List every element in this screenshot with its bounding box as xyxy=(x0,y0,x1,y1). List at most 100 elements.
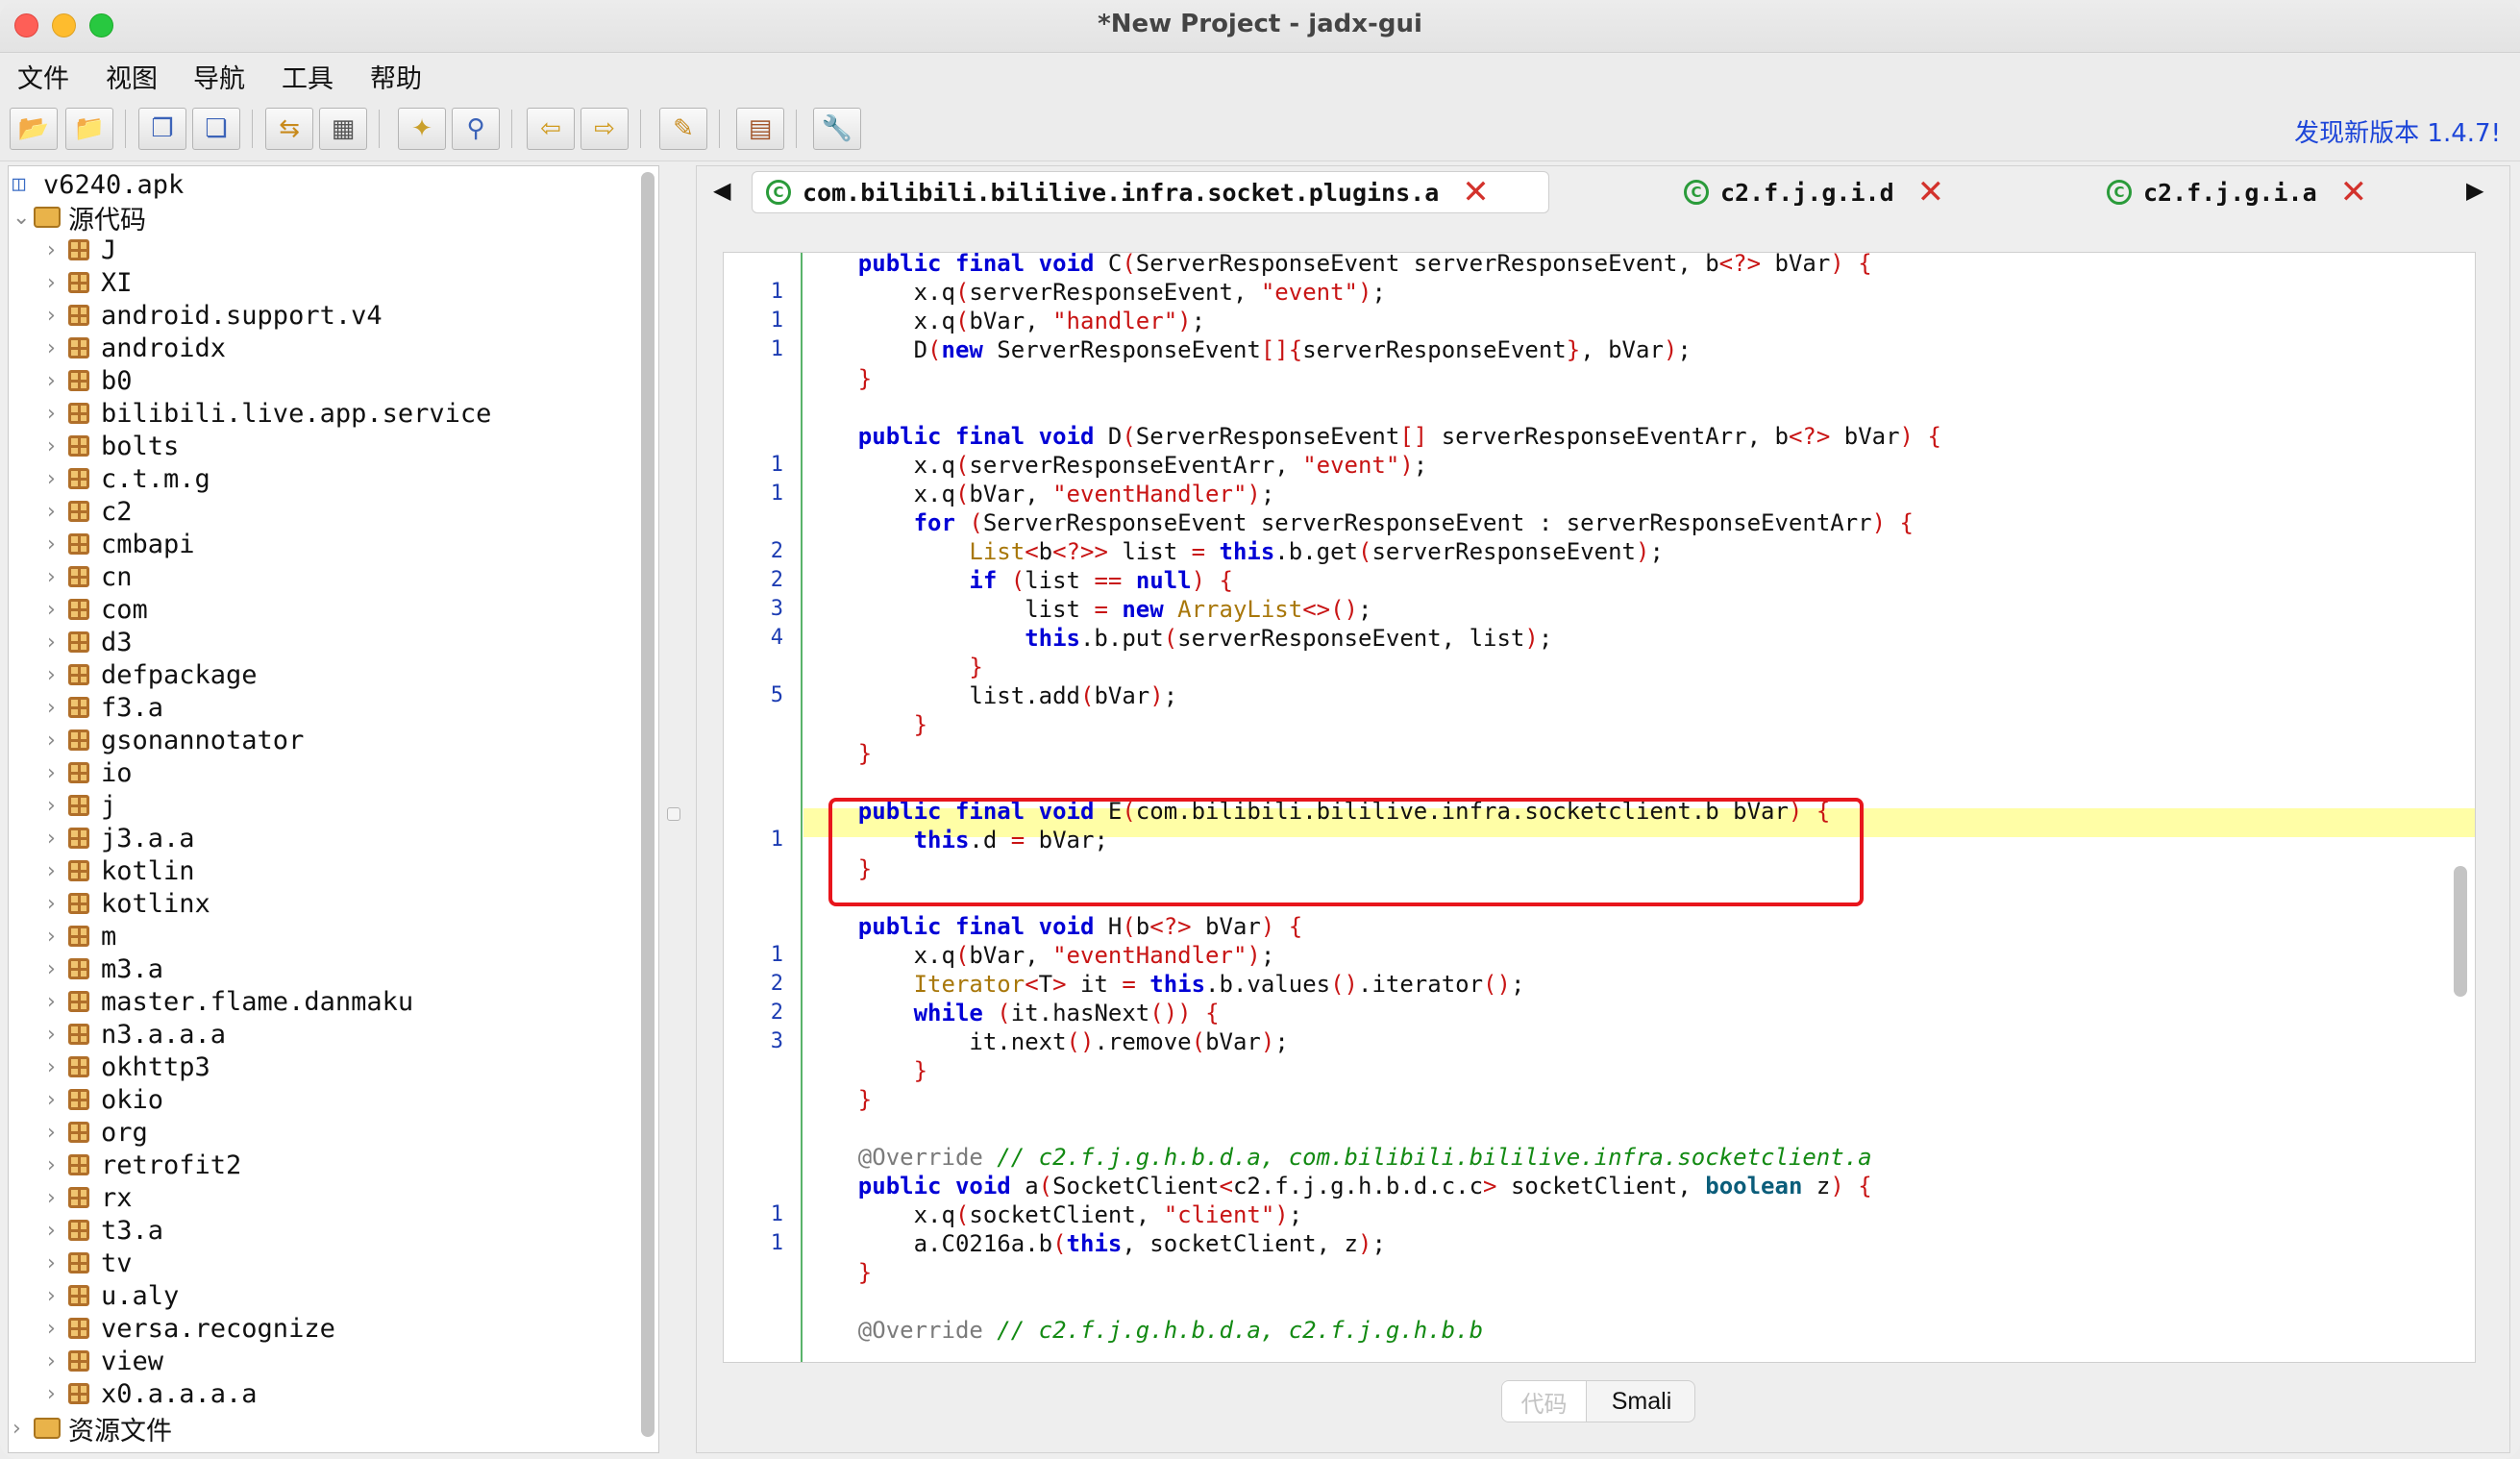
add-file-button[interactable]: 📁 xyxy=(65,108,113,150)
chevron-right-icon[interactable]: › xyxy=(47,1023,68,1047)
chevron-right-icon[interactable]: › xyxy=(47,1219,68,1243)
tree-package-item[interactable]: › x0.a.a.a.a xyxy=(47,1377,258,1410)
chevron-right-icon[interactable]: › xyxy=(47,467,68,491)
sync-tree-button[interactable]: ⇆ xyxy=(265,108,313,150)
tree-package-item[interactable]: › gsonannotator xyxy=(47,724,304,756)
class-search-button[interactable]: ⚲ xyxy=(452,108,500,150)
code-scrollbar[interactable] xyxy=(2454,866,2467,997)
tree-package-item[interactable]: › tv xyxy=(47,1247,133,1279)
chevron-right-icon[interactable]: › xyxy=(47,1121,68,1145)
menu-help[interactable]: 帮助 xyxy=(370,58,422,95)
chevron-right-icon[interactable]: › xyxy=(47,304,68,328)
chevron-right-icon[interactable]: › xyxy=(47,271,68,295)
code-editor[interactable]: public final void C(ServerResponseEvent … xyxy=(723,252,2476,1363)
tree-package-item[interactable]: › u.aly xyxy=(47,1279,179,1312)
chevron-right-icon[interactable]: › xyxy=(47,892,68,916)
tab-plugins-a[interactable]: Ccom.bilibili.bililive.infra.socket.plug… xyxy=(752,171,1549,213)
tree-package-item[interactable]: › view xyxy=(47,1345,163,1377)
close-tab-icon[interactable]: ✕ xyxy=(2340,173,2368,211)
chevron-right-icon[interactable]: › xyxy=(47,990,68,1014)
chevron-down-icon[interactable]: ⌄ xyxy=(12,206,34,230)
tree-package-item[interactable]: › bilibili.live.app.service xyxy=(47,397,491,430)
tree-package-item[interactable]: › j xyxy=(47,789,116,822)
update-available-link[interactable]: 发现新版本 1.4.7! xyxy=(2294,113,2501,149)
deobfuscation-button[interactable]: ✎ xyxy=(659,108,707,150)
tree-package-item[interactable]: › androidx xyxy=(47,332,226,364)
chevron-right-icon[interactable]: › xyxy=(47,1055,68,1079)
chevron-right-icon[interactable]: › xyxy=(47,761,68,785)
chevron-right-icon[interactable]: › xyxy=(47,794,68,818)
chevron-right-icon[interactable]: › xyxy=(47,1284,68,1308)
tree-package-item[interactable]: › J xyxy=(47,234,116,266)
tree-package-item[interactable]: › master.flame.danmaku xyxy=(47,985,413,1018)
tree-package-item[interactable]: › cmbapi xyxy=(47,528,195,560)
tree-package-item[interactable]: › c2 xyxy=(47,495,133,528)
text-search-button[interactable]: ✦ xyxy=(398,108,446,150)
tab-c2-a[interactable]: Cc2.f.j.g.i.a ✕ xyxy=(2107,171,2367,213)
export-button[interactable]: ❏ xyxy=(192,108,240,150)
tree-package-item[interactable]: › m3.a xyxy=(47,952,163,985)
open-file-button[interactable]: 📂 xyxy=(10,108,58,150)
chevron-right-icon[interactable]: › xyxy=(47,1349,68,1373)
preferences-button[interactable]: 🔧 xyxy=(813,108,861,150)
chevron-right-icon[interactable]: › xyxy=(47,1317,68,1341)
tab-c2-d[interactable]: Cc2.f.j.g.i.d ✕ xyxy=(1684,171,1944,213)
chevron-right-icon[interactable]: › xyxy=(47,729,68,753)
close-tab-icon[interactable]: ✕ xyxy=(1917,173,1945,211)
chevron-right-icon[interactable]: › xyxy=(47,565,68,589)
tree-package-item[interactable]: › org xyxy=(47,1116,148,1149)
chevron-right-icon[interactable]: › xyxy=(47,238,68,262)
chevron-right-icon[interactable]: › xyxy=(47,500,68,524)
chevron-right-icon[interactable]: › xyxy=(47,663,68,687)
tree-package-item[interactable]: › io xyxy=(47,756,133,789)
forward-button[interactable]: ⇨ xyxy=(581,108,629,150)
tree-package-item[interactable]: › com xyxy=(47,593,148,626)
chevron-right-icon[interactable]: › xyxy=(47,1088,68,1112)
tree-package-item[interactable]: › b0 xyxy=(47,364,133,397)
tree-package-item[interactable]: › cn xyxy=(47,560,133,593)
tree-source-node[interactable]: ⌄ 源代码 xyxy=(12,201,146,235)
tree-package-item[interactable]: › j3.a.a xyxy=(47,822,195,854)
chevron-right-icon[interactable]: › xyxy=(47,1251,68,1275)
tree-package-item[interactable]: › retrofit2 xyxy=(47,1149,241,1181)
chevron-right-icon[interactable]: › xyxy=(47,532,68,556)
chevron-right-icon[interactable]: › xyxy=(12,1417,34,1441)
tree-package-item[interactable]: › okio xyxy=(47,1083,163,1116)
chevron-right-icon[interactable]: › xyxy=(47,598,68,622)
log-viewer-button[interactable]: ▤ xyxy=(736,108,784,150)
chevron-right-icon[interactable]: › xyxy=(47,957,68,981)
chevron-right-icon[interactable]: › xyxy=(47,1186,68,1210)
save-all-button[interactable]: ❐ xyxy=(138,108,186,150)
tree-package-item[interactable]: › versa.recognize xyxy=(47,1312,335,1345)
smali-view-tab[interactable]: Smali xyxy=(1587,1381,1694,1422)
tree-package-item[interactable]: › kotlinx xyxy=(47,887,210,920)
tree-package-item[interactable]: › t3.a xyxy=(47,1214,163,1247)
chevron-right-icon[interactable]: › xyxy=(47,925,68,949)
chevron-right-icon[interactable]: › xyxy=(47,336,68,360)
close-tab-icon[interactable]: ✕ xyxy=(1462,173,1490,211)
tree-package-item[interactable]: › f3.a xyxy=(47,691,163,724)
tree-package-item[interactable]: › android.support.v4 xyxy=(47,299,383,332)
chevron-right-icon[interactable]: › xyxy=(47,369,68,393)
back-button[interactable]: ⇦ xyxy=(527,108,575,150)
menu-view[interactable]: 视图 xyxy=(106,58,158,95)
tree-package-item[interactable]: › okhttp3 xyxy=(47,1051,210,1083)
tree-resources-node[interactable]: › 资源文件 xyxy=(12,1412,172,1447)
chevron-right-icon[interactable]: › xyxy=(47,402,68,426)
tree-package-item[interactable]: › bolts xyxy=(47,430,179,462)
chevron-right-icon[interactable]: › xyxy=(47,1382,68,1406)
chevron-right-icon[interactable]: › xyxy=(47,827,68,851)
flatten-packages-button[interactable]: ▦ xyxy=(319,108,367,150)
chevron-right-icon[interactable]: › xyxy=(47,1153,68,1177)
tab-scroll-right-icon[interactable]: ▶ xyxy=(2466,177,2483,204)
tree-root-apk[interactable]: ◫ v6240.apk xyxy=(12,168,184,201)
tree-package-item[interactable]: › d3 xyxy=(47,626,133,658)
chevron-right-icon[interactable]: › xyxy=(47,859,68,883)
split-pane-handle[interactable] xyxy=(667,807,680,821)
tree-package-item[interactable]: › c.t.m.g xyxy=(47,462,210,495)
menu-tools[interactable]: 工具 xyxy=(282,58,334,95)
chevron-right-icon[interactable]: › xyxy=(47,434,68,458)
menu-file[interactable]: 文件 xyxy=(17,58,69,95)
tab-scroll-left-icon[interactable]: ◀ xyxy=(713,177,730,204)
menu-navigate[interactable]: 导航 xyxy=(193,58,245,95)
